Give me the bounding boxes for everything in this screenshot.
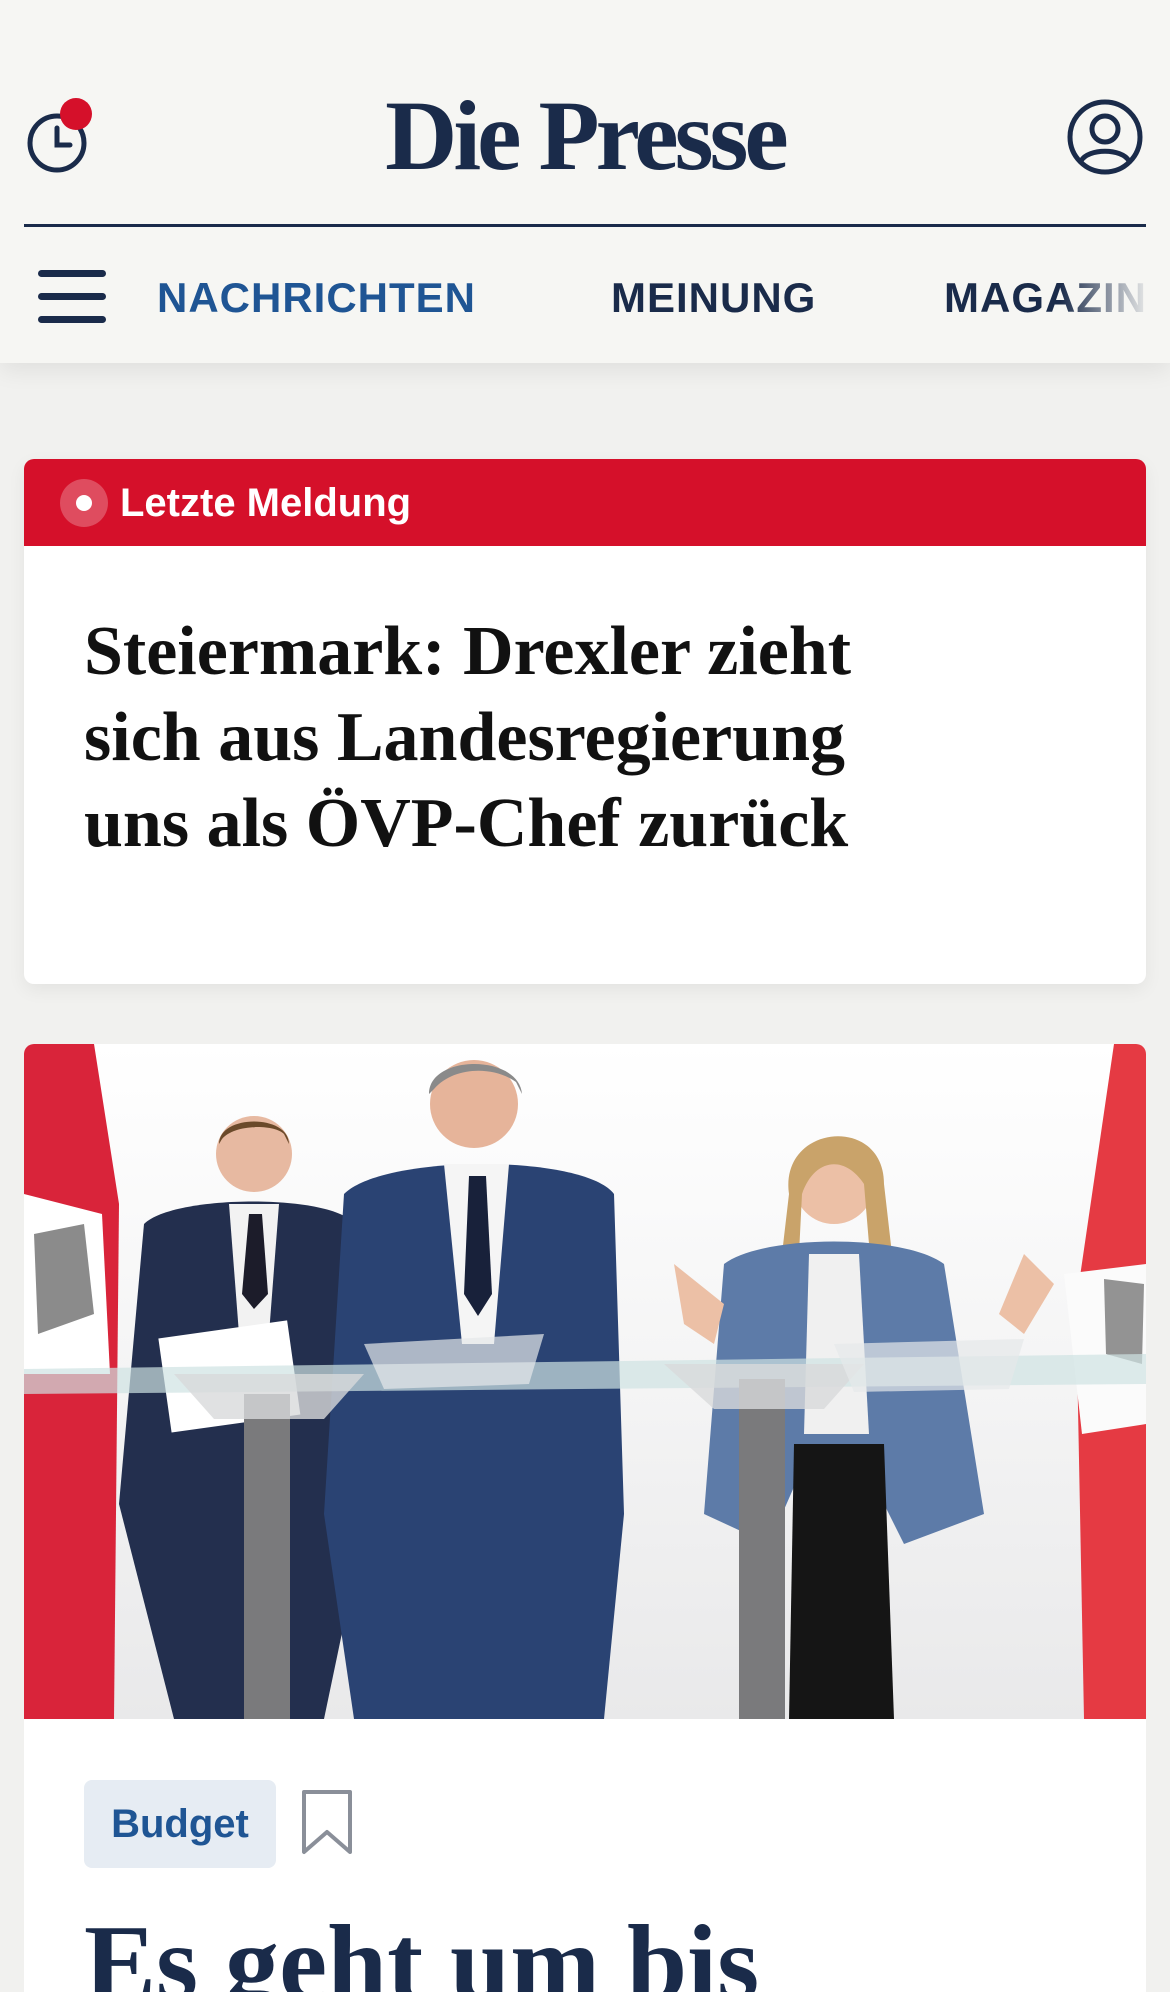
hamburger-menu-icon-bar	[38, 293, 106, 300]
site-header: Die Presse NACHRICHTEN MEINUNG MAGAZIN	[0, 0, 1170, 363]
topic-tag[interactable]: Budget	[84, 1780, 276, 1868]
live-indicator-icon	[60, 479, 108, 527]
site-logo[interactable]: Die Presse	[0, 86, 1170, 186]
user-icon	[1067, 99, 1143, 175]
hamburger-menu-button[interactable]	[38, 270, 106, 324]
article-teaser[interactable]: Budget Es geht um bis	[24, 1044, 1146, 1992]
breaking-news-label: Letzte Meldung	[120, 481, 412, 525]
breaking-news-headline[interactable]: Steiermark: Drexler zieht sich aus Lande…	[84, 609, 944, 867]
bookmark-button[interactable]	[300, 1788, 354, 1856]
breaking-news-bar: Letzte Meldung	[24, 459, 1146, 546]
hamburger-menu-icon	[38, 270, 106, 277]
article-headline[interactable]: Es geht um bis	[84, 1904, 1084, 1992]
hamburger-menu-icon-bar	[38, 316, 106, 323]
header-divider	[24, 224, 1146, 227]
nav-item-nachrichten[interactable]: NACHRICHTEN	[157, 274, 476, 322]
breaking-news-card[interactable]: Letzte Meldung Steiermark: Drexler zieht…	[24, 459, 1146, 984]
nav-item-meinung[interactable]: MEINUNG	[611, 274, 816, 322]
bookmark-icon	[302, 1790, 352, 1854]
profile-button[interactable]	[1066, 98, 1144, 176]
article-image[interactable]	[24, 1044, 1146, 1719]
nav-fade	[1060, 260, 1170, 330]
